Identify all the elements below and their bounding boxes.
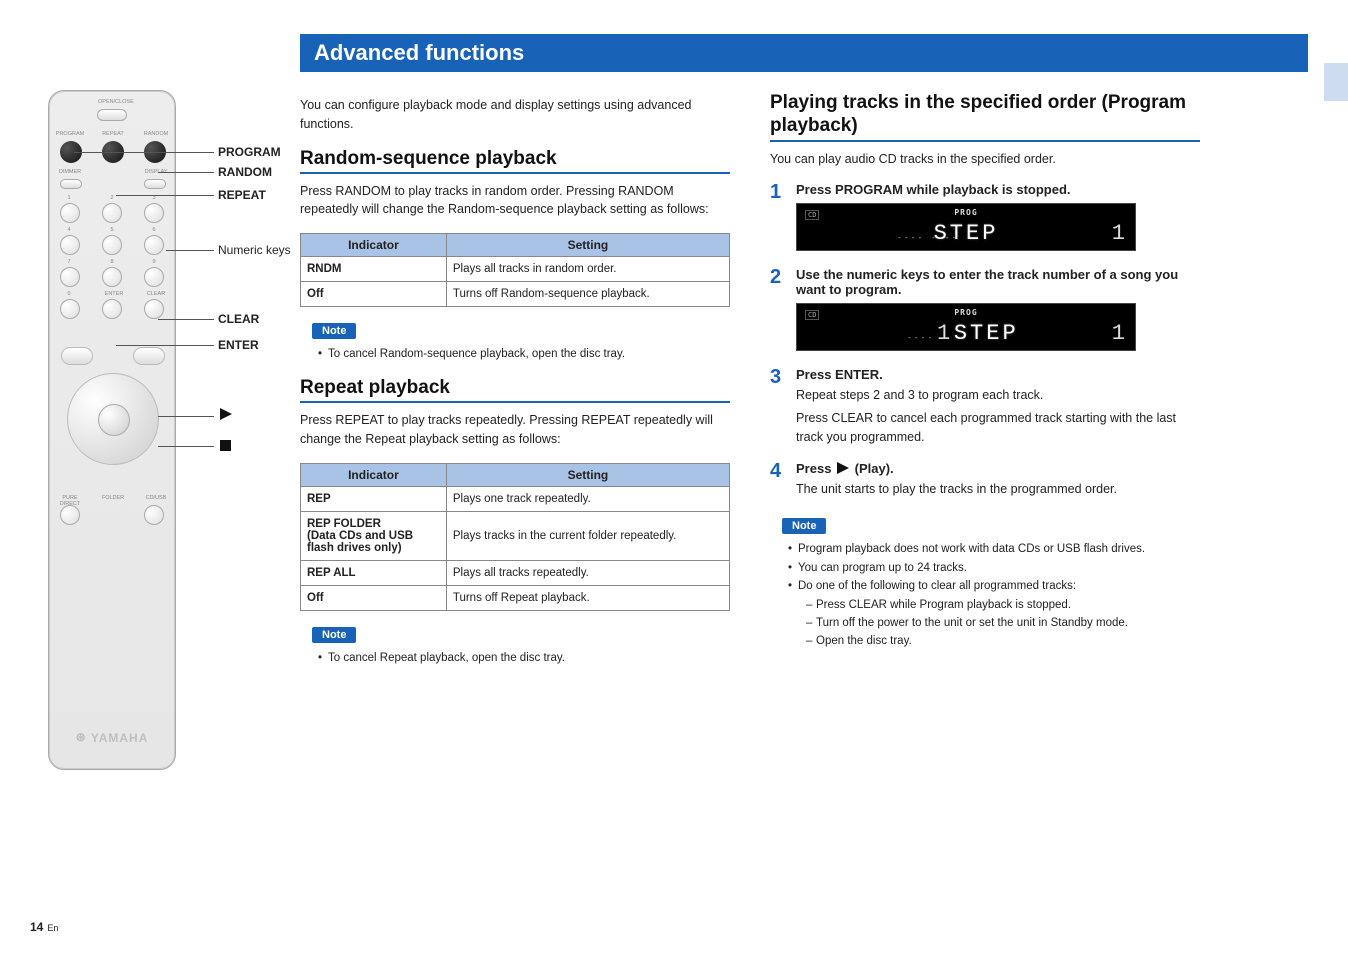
num-3 xyxy=(144,203,164,223)
section-title: Advanced functions xyxy=(300,34,1308,72)
repeat-note: To cancel Repeat playback, open the disc… xyxy=(318,649,730,667)
random-table: Indicator Setting RNDM Plays all tracks … xyxy=(300,233,730,307)
dimmer-pill xyxy=(60,179,82,189)
cdusb-small: CD/USB xyxy=(141,495,171,501)
column-left: You can configure playback mode and disp… xyxy=(300,88,730,914)
repeat-small-label: REPEAT xyxy=(98,131,128,137)
num-7 xyxy=(60,267,80,287)
remote-diagram: OPEN/CLOSE PROGRAM REPEAT RANDOM DIMMER … xyxy=(40,40,300,914)
remote-body: OPEN/CLOSE PROGRAM REPEAT RANDOM DIMMER … xyxy=(48,90,176,770)
step-2: 2 Use the numeric keys to enter the trac… xyxy=(770,267,1200,357)
folder-small: FOLDER xyxy=(99,495,127,501)
pure-direct-button xyxy=(60,505,80,525)
label-play-icon xyxy=(218,408,234,422)
label-program: PROGRAM xyxy=(218,145,281,159)
step-4: 4 Press (Play). The unit starts to play … xyxy=(770,461,1200,503)
num-1 xyxy=(60,203,80,223)
table-row: REP FOLDER (Data CDs and USB flash drive… xyxy=(301,511,730,560)
display-panel-1: CD PROG ---- ---- STEP 1 xyxy=(796,203,1136,251)
label-enter: ENTER xyxy=(218,338,259,352)
clear-button xyxy=(144,299,164,319)
program-intro: You can play audio CD tracks in the spec… xyxy=(770,150,1200,169)
prev-oval xyxy=(61,347,93,365)
label-stop-icon xyxy=(218,439,233,453)
label-clear: CLEAR xyxy=(218,312,259,326)
repeat-heading: Repeat playback xyxy=(300,377,730,403)
cdusb-button xyxy=(144,505,164,525)
brand-logo: ⊛ YAMAHA xyxy=(49,730,175,745)
th-setting: Setting xyxy=(446,463,729,486)
repeat-table: Indicator Setting REP Plays one track re… xyxy=(300,463,730,611)
play-oval xyxy=(43,391,69,431)
num-4 xyxy=(60,235,80,255)
num-2 xyxy=(102,203,122,223)
program-notes: Program playback does not work with data… xyxy=(788,540,1200,650)
next-oval xyxy=(133,347,165,365)
enter-button xyxy=(102,299,122,319)
num-6 xyxy=(144,235,164,255)
nav-pad xyxy=(67,373,159,465)
random-heading: Random-sequence playback xyxy=(300,148,730,174)
page-root: OPEN/CLOSE PROGRAM REPEAT RANDOM DIMMER … xyxy=(40,40,1308,914)
program-heading: Playing tracks in the specified order (P… xyxy=(770,92,1200,142)
label-repeat: REPEAT xyxy=(218,188,266,202)
table-row: RNDM Plays all tracks in random order. xyxy=(301,257,730,282)
dimmer-small-label: DIMMER xyxy=(55,169,85,175)
num-5 xyxy=(102,235,122,255)
open-close-label: OPEN/CLOSE xyxy=(98,99,128,105)
num-9 xyxy=(144,267,164,287)
program-small-label: PROGRAM xyxy=(55,131,85,137)
display-pill xyxy=(144,179,166,189)
table-row: Off Turns off Repeat playback. xyxy=(301,585,730,610)
clear-small-label: CLEAR xyxy=(141,291,171,297)
th-indicator: Indicator xyxy=(301,463,447,486)
table-row: REP Plays one track repeatedly. xyxy=(301,486,730,511)
label-numeric: Numeric keys xyxy=(218,243,291,257)
th-indicator: Indicator xyxy=(301,234,447,257)
table-row: Off Turns off Random-sequence playback. xyxy=(301,282,730,307)
random-intro: Press RANDOM to play tracks in random or… xyxy=(300,182,730,220)
num-8 xyxy=(102,267,122,287)
note-tag: Note xyxy=(782,518,826,534)
table-row: REP ALL Plays all tracks repeatedly. xyxy=(301,560,730,585)
step-3: 3 Press ENTER. Repeat steps 2 and 3 to p… xyxy=(770,367,1200,450)
note-tag: Note xyxy=(312,323,356,339)
random-small-label: RANDOM xyxy=(141,131,171,137)
num-0 xyxy=(60,299,80,319)
display-panel-2: CD PROG ---- 1 STEP 1 xyxy=(796,303,1136,351)
step4-title: Press (Play). xyxy=(796,461,1200,476)
step-1: 1 Press PROGRAM while playback is stoppe… xyxy=(770,182,1200,257)
column-right: Playing tracks in the specified order (P… xyxy=(770,88,1200,914)
play-icon xyxy=(837,462,849,474)
intro-text: You can configure playback mode and disp… xyxy=(300,96,730,134)
right-accent-bar xyxy=(1324,63,1348,101)
page-number: 14En xyxy=(30,920,58,934)
label-random: RANDOM xyxy=(218,165,272,179)
random-note: To cancel Random-sequence playback, open… xyxy=(318,345,730,363)
note-tag: Note xyxy=(312,627,356,643)
open-close-button xyxy=(97,109,127,121)
th-setting: Setting xyxy=(446,234,729,257)
enter-small-label: ENTER xyxy=(99,291,129,297)
main-content: Advanced functions You can configure pla… xyxy=(300,40,1308,914)
repeat-intro: Press REPEAT to play tracks repeatedly. … xyxy=(300,411,730,449)
